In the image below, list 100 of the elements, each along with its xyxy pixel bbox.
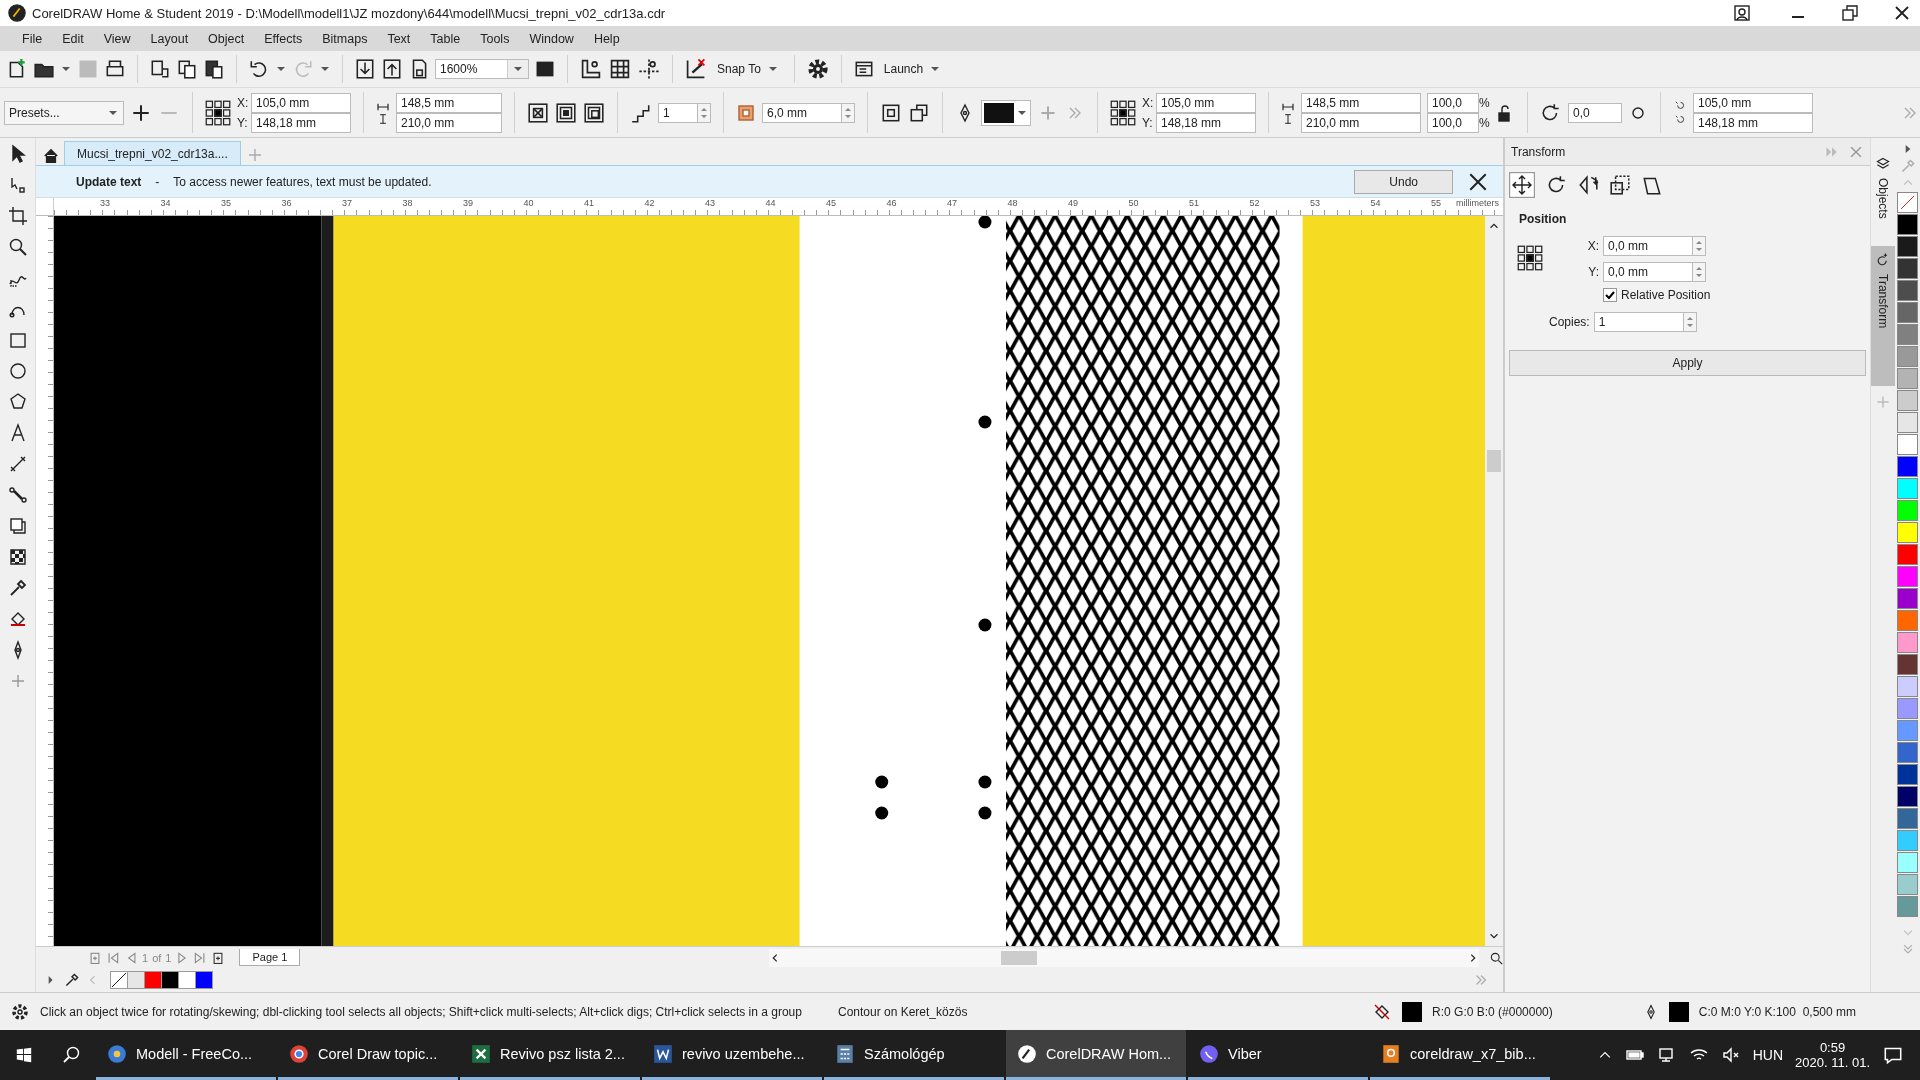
docker-tab[interactable]: Objects [1870, 150, 1896, 246]
spin-button[interactable] [841, 102, 855, 123]
docker-tab[interactable]: Transform [1870, 246, 1896, 386]
copies-field[interactable]: 1 [1593, 312, 1684, 332]
color-swatch[interactable] [1897, 896, 1918, 917]
menu-item[interactable]: Window [519, 31, 584, 46]
caret-icon[interactable] [60, 64, 72, 74]
taskbar-app[interactable]: CorelDRAW Hom... [1006, 1030, 1186, 1080]
ellipse-icon[interactable] [7, 361, 28, 381]
restore-icon[interactable] [1840, 3, 1860, 23]
spin-button[interactable] [1692, 236, 1706, 256]
rectangle-icon[interactable] [7, 330, 28, 350]
settings-icon[interactable] [10, 1001, 30, 1022]
color-swatch[interactable] [1897, 258, 1918, 279]
color-swatch[interactable] [144, 971, 162, 989]
color-swatch[interactable] [1897, 786, 1918, 807]
mirror-icon[interactable] [1577, 174, 1599, 196]
contour-height-field[interactable]: 210,0 mm [396, 112, 502, 133]
contour-steps-field[interactable]: 1 [658, 102, 698, 123]
color-swatch[interactable] [1897, 830, 1918, 851]
object-width-field[interactable]: 148,5 mm [1301, 92, 1421, 113]
taskbar-app[interactable]: Viber [1188, 1030, 1368, 1080]
menu-item[interactable]: File [12, 31, 53, 46]
guidelines-icon[interactable] [637, 57, 661, 81]
color-swatch[interactable] [1897, 302, 1918, 323]
presets-dropdown[interactable]: Presets... [4, 100, 124, 125]
clock[interactable]: 0:59 2020. 11. 01. [1795, 1040, 1870, 1070]
color-swatch[interactable] [1897, 390, 1918, 411]
scrollbar-thumb[interactable] [1001, 950, 1037, 965]
color-swatch[interactable] [1897, 236, 1918, 257]
home-icon[interactable] [42, 147, 60, 165]
no-color-swatch[interactable] [1897, 192, 1918, 213]
page-tab[interactable]: Page 1 [239, 949, 301, 966]
color-swatch[interactable] [1897, 698, 1918, 719]
color-swatch[interactable] [161, 971, 179, 989]
menu-item[interactable]: Tools [470, 31, 520, 46]
reference-point-icon[interactable] [1517, 244, 1543, 271]
undo-button[interactable]: Undo [1354, 169, 1453, 194]
outside-contour-icon[interactable] [583, 101, 605, 124]
x-position-field[interactable]: 0,0 mm [1603, 236, 1693, 256]
object-x-field[interactable]: 105,0 mm [1156, 92, 1256, 113]
settings-icon[interactable] [805, 57, 830, 81]
color-swatch[interactable] [195, 971, 213, 989]
color-swatch[interactable] [1897, 852, 1918, 873]
crop-icon[interactable] [7, 206, 28, 226]
relative-position-checkbox[interactable] [1603, 288, 1617, 302]
reference-point-icon[interactable] [1110, 99, 1136, 126]
rotation-angle-field[interactable]: 0,0 [1568, 102, 1622, 123]
search-icon[interactable] [62, 1045, 82, 1065]
spin-button[interactable] [1682, 312, 1697, 332]
spin-button[interactable] [697, 102, 711, 123]
color-swatch[interactable] [1897, 478, 1918, 499]
inside-contour-icon[interactable] [555, 101, 577, 124]
menu-item[interactable]: View [93, 31, 141, 46]
eyedropper-icon[interactable] [64, 972, 80, 988]
dropdown-caret-icon[interactable] [929, 64, 942, 74]
color-swatch[interactable] [1897, 412, 1918, 433]
color-swatch[interactable] [178, 971, 196, 989]
copy-icon[interactable] [176, 58, 198, 80]
rotation-center-x-field[interactable]: 105,0 mm [1693, 92, 1813, 113]
menu-item[interactable]: Help [583, 31, 630, 46]
color-swatch[interactable] [1897, 610, 1918, 631]
first-page-icon[interactable] [106, 950, 120, 965]
color-swatch[interactable] [1897, 566, 1918, 587]
transparency-icon[interactable] [7, 547, 28, 567]
color-swatch[interactable] [1897, 720, 1918, 741]
polygon-icon[interactable] [7, 392, 28, 412]
outline-color-dropdown[interactable] [981, 99, 1031, 126]
taskbar-app[interactable]: Számológép [824, 1030, 1004, 1080]
color-swatch[interactable] [1897, 742, 1918, 763]
rotation-center-y-field[interactable]: 148,18 mm [1693, 112, 1813, 133]
color-swatch[interactable] [1897, 456, 1918, 477]
caret-icon[interactable] [275, 64, 287, 74]
menu-item[interactable]: Table [420, 31, 471, 46]
scrollbar-thumb[interactable] [1487, 450, 1501, 472]
color-swatch[interactable] [1897, 544, 1918, 565]
windows-icon[interactable] [15, 1046, 33, 1064]
taskbar-app[interactable]: coreldraw_x7_bib... [1370, 1030, 1550, 1080]
object-height-field[interactable]: 210,0 mm [1301, 112, 1421, 133]
menu-item[interactable]: Effects [254, 31, 313, 46]
vertical-scrollbar[interactable] [1485, 216, 1503, 946]
document-tab[interactable]: Mucsi_trepni_v02_cdr13a.... [64, 141, 241, 165]
to-center-icon[interactable] [527, 101, 549, 124]
snap-off-icon[interactable] [684, 57, 708, 81]
color-swatch[interactable] [1897, 368, 1918, 389]
menu-item[interactable]: Text [377, 31, 421, 46]
dropdown-caret-icon[interactable] [512, 64, 524, 74]
menu-item[interactable]: Layout [140, 31, 199, 46]
position-icon[interactable] [1509, 172, 1535, 198]
color-swatch[interactable] [1897, 764, 1918, 785]
menu-item[interactable]: Edit [52, 31, 94, 46]
export-icon[interactable] [381, 58, 403, 80]
contour-y-field[interactable]: 148,18 mm [251, 112, 351, 133]
color-swatch[interactable] [1897, 654, 1918, 675]
apply-button[interactable]: Apply [1509, 350, 1866, 376]
add-page-icon[interactable] [211, 950, 226, 965]
contour-x-field[interactable]: 105,0 mm [251, 92, 351, 113]
reference-point-icon[interactable] [205, 99, 231, 126]
color-swatch[interactable] [1897, 214, 1918, 235]
color-swatch[interactable] [1897, 324, 1918, 345]
